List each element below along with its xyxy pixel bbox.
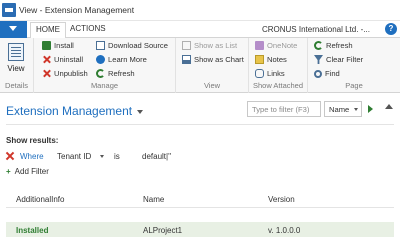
uninstall-label: Uninstall: [54, 55, 84, 64]
filter-operator: is: [114, 152, 120, 161]
group-label-details: Details: [5, 81, 28, 90]
download-icon: [96, 41, 105, 50]
refresh-manage-label: Refresh: [108, 69, 135, 78]
refresh-manage-button[interactable]: Refresh: [96, 69, 135, 78]
find-icon: [314, 69, 322, 78]
filter-field[interactable]: Tenant ID: [57, 152, 91, 161]
filter-value[interactable]: default|'': [142, 152, 171, 161]
app-menu-button[interactable]: [0, 21, 27, 38]
app-icon: [2, 3, 16, 17]
page-title[interactable]: Extension Management: [6, 104, 144, 118]
find-label: Find: [325, 69, 340, 78]
divider: [6, 124, 394, 125]
group-manage: Install Uninstall Unpublish Download Sou…: [34, 38, 176, 93]
cell-name[interactable]: ALProject1: [143, 226, 182, 235]
learn-more-label: Learn More: [108, 55, 147, 64]
refresh-icon: [96, 69, 105, 78]
group-label-page: Page: [345, 81, 363, 90]
search-field-select[interactable]: Name: [324, 101, 362, 117]
refresh-page-button[interactable]: Refresh: [314, 41, 353, 50]
links-icon: [255, 69, 264, 78]
filter-where-label: Where: [20, 152, 44, 161]
download-source-button[interactable]: Download Source: [96, 41, 168, 50]
learn-more-button[interactable]: Learn More: [96, 55, 147, 64]
show-results-heading: Show results:: [6, 136, 59, 145]
cell-version: v. 1.0.0.0: [268, 226, 301, 235]
search-box[interactable]: [247, 101, 321, 117]
unpublish-icon: [42, 69, 51, 78]
clear-filter-button[interactable]: Clear Filter: [314, 55, 363, 64]
download-source-label: Download Source: [108, 41, 168, 50]
ribbon-tab-bar: HOME ACTIONS CRONUS International Ltd. -…: [0, 21, 400, 39]
links-button[interactable]: Links: [255, 69, 285, 78]
apply-filter-arrow-icon[interactable]: [368, 105, 373, 113]
install-icon: [42, 41, 51, 50]
refresh-page-label: Refresh: [326, 41, 353, 50]
cell-additional-info: Installed: [16, 226, 49, 235]
company-name[interactable]: CRONUS International Ltd. -...: [262, 25, 370, 34]
tab-home[interactable]: HOME: [30, 22, 66, 39]
install-button[interactable]: Install: [42, 41, 74, 50]
table-row[interactable]: [6, 222, 394, 237]
header-divider: [6, 207, 394, 208]
column-header-version[interactable]: Version: [268, 195, 295, 204]
learn-more-icon: [96, 55, 105, 64]
plus-icon: +: [6, 167, 11, 176]
window-title: View - Extension Management: [19, 5, 135, 15]
list-icon: [182, 41, 191, 50]
add-filter-label: Add Filter: [14, 167, 49, 176]
unpublish-button[interactable]: Unpublish: [42, 69, 88, 78]
group-show-attached: OneNote Notes Links Show Attached: [249, 38, 308, 93]
uninstall-icon: [42, 55, 51, 64]
links-label: Links: [267, 69, 285, 78]
tab-actions[interactable]: ACTIONS: [70, 24, 106, 33]
notes-button[interactable]: Notes: [255, 55, 287, 64]
column-header-name[interactable]: Name: [143, 195, 164, 204]
column-header-additionalinfo[interactable]: AdditionalInfo: [16, 195, 64, 204]
collapse-filter-pane-icon[interactable]: [385, 104, 393, 109]
group-view: Show as List Show as Chart View: [176, 38, 249, 93]
chevron-down-icon: [137, 109, 144, 114]
notes-label: Notes: [267, 55, 287, 64]
chevron-down-icon[interactable]: [100, 155, 104, 158]
show-as-chart-button[interactable]: Show as Chart: [182, 55, 244, 64]
chart-icon: [182, 55, 191, 64]
show-as-list-label: Show as List: [194, 41, 238, 50]
filter-row: Where Tenant ID is default|'': [6, 151, 266, 163]
show-as-list-button[interactable]: Show as List: [182, 41, 237, 50]
unpublish-label: Unpublish: [54, 69, 88, 78]
group-label-show-attached: Show Attached: [252, 81, 304, 90]
group-label-view: View: [203, 81, 221, 90]
title-bar: View - Extension Management: [0, 0, 400, 21]
onenote-icon: [255, 41, 264, 50]
add-filter-button[interactable]: + Add Filter: [6, 167, 49, 176]
group-details: View Details: [0, 38, 34, 93]
chevron-down-icon: [354, 108, 358, 111]
show-as-chart-label: Show as Chart: [194, 55, 244, 64]
view-button-label: View: [7, 64, 25, 73]
help-icon[interactable]: ?: [385, 23, 397, 35]
search-field-value: Name: [329, 105, 350, 114]
view-button[interactable]: View: [4, 43, 28, 73]
group-page: Refresh Clear Filter Find Page: [308, 38, 400, 93]
install-label: Install: [54, 41, 74, 50]
onenote-label: OneNote: [267, 41, 298, 50]
clear-filter-icon: [314, 55, 323, 64]
ribbon: View Details Install Uninstall Unpublish…: [0, 38, 400, 93]
find-button[interactable]: Find: [314, 69, 340, 78]
remove-filter-icon[interactable]: [6, 152, 14, 160]
uninstall-button[interactable]: Uninstall: [42, 55, 83, 64]
group-label-manage: Manage: [90, 81, 119, 90]
page-title-text: Extension Management: [6, 104, 133, 118]
notes-icon: [255, 55, 264, 64]
refresh-page-icon: [314, 41, 323, 50]
clear-filter-label: Clear Filter: [326, 55, 364, 64]
view-icon: [8, 43, 24, 61]
search-input[interactable]: [248, 102, 320, 116]
onenote-button[interactable]: OneNote: [255, 41, 297, 50]
